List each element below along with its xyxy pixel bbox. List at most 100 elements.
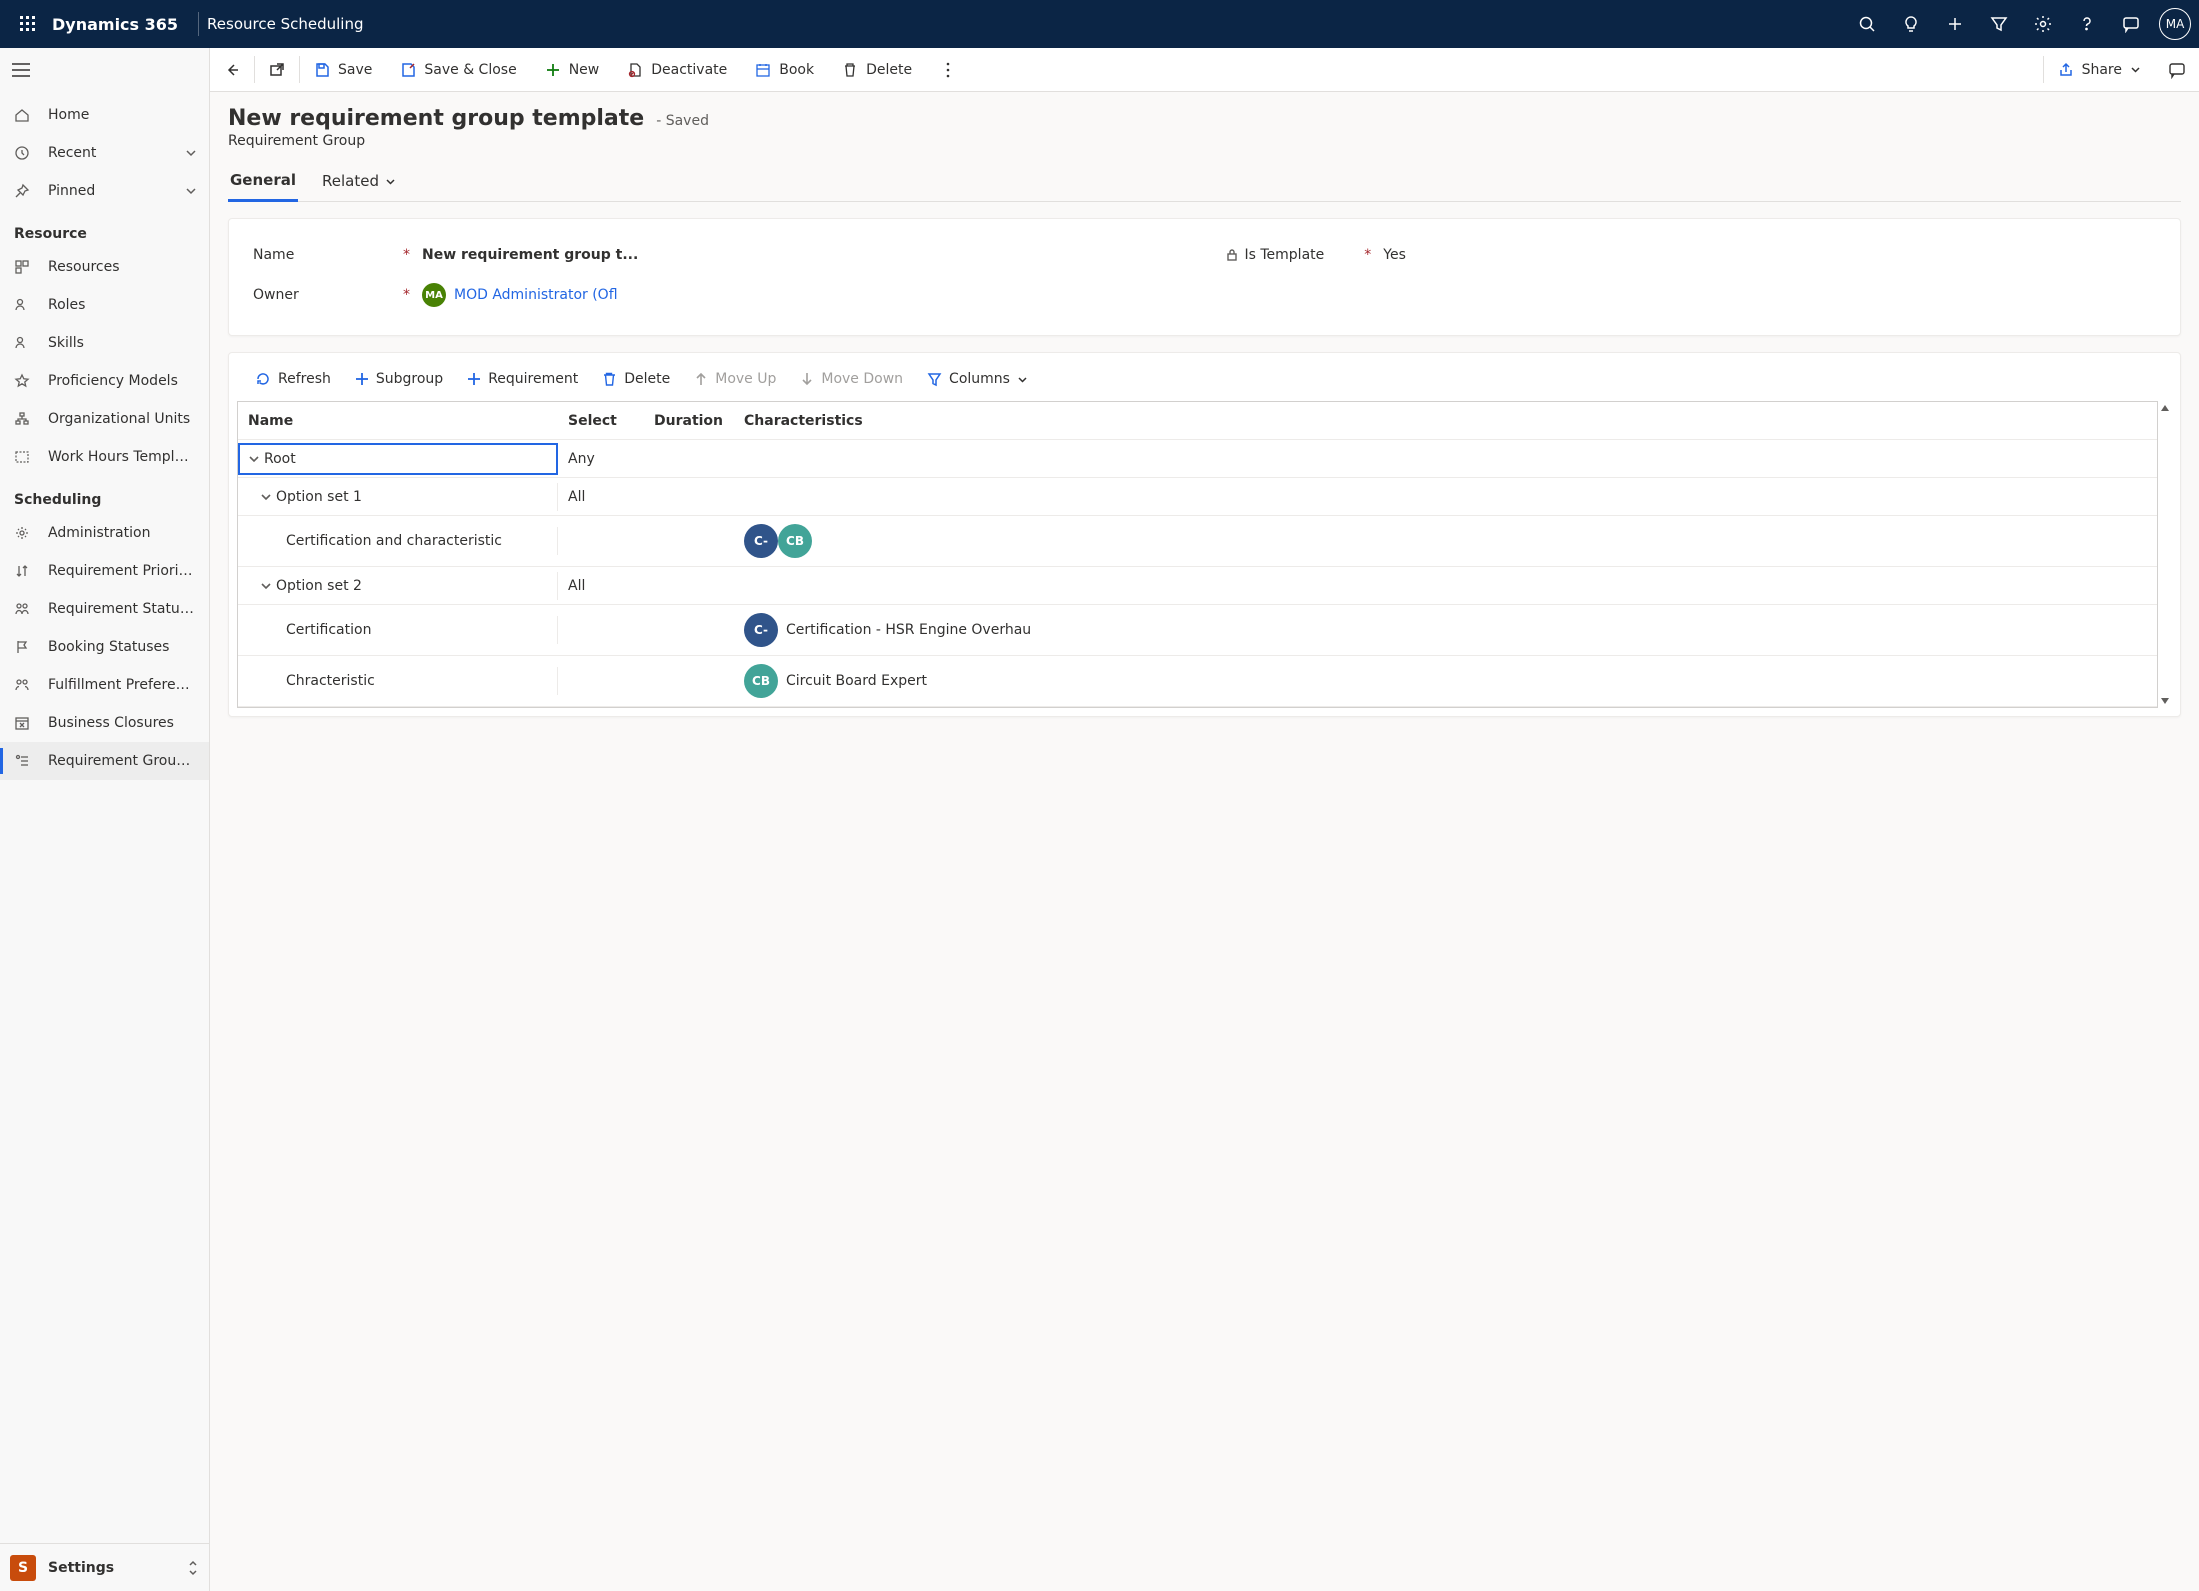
field-value-name[interactable]: New requirement group t... (422, 247, 1185, 263)
site-nav: Home Recent Pinned Resource Resources Ro… (0, 48, 210, 1591)
cell-name[interactable]: Root (238, 443, 558, 475)
cell-select[interactable] (558, 673, 644, 689)
deactivate-button[interactable]: Deactivate (613, 48, 741, 91)
save-button[interactable]: Save (300, 48, 386, 91)
cell-name[interactable]: Certification and characteristic (238, 527, 558, 555)
col-header-select[interactable]: Select (558, 405, 644, 437)
nav-label: Requirement Priorities (48, 563, 197, 579)
characteristic-chip[interactable]: CB (744, 664, 778, 698)
col-header-duration[interactable]: Duration (644, 405, 734, 437)
cell-characteristics[interactable]: C-Certification - HSR Engine Overhau (734, 605, 2157, 655)
nav-recent[interactable]: Recent (0, 134, 209, 172)
cell-characteristics[interactable] (734, 451, 2157, 467)
grid-row[interactable]: Certification C-Certification - HSR Engi… (238, 605, 2157, 656)
assistant-button[interactable] (2109, 0, 2153, 48)
nav-pinned[interactable]: Pinned (0, 172, 209, 210)
cell-characteristics[interactable] (734, 578, 2157, 594)
grid-row[interactable]: Option set 1 All (238, 478, 2157, 516)
cell-characteristics[interactable] (734, 489, 2157, 505)
back-button[interactable] (210, 48, 254, 91)
cell-characteristics[interactable]: C-CB (734, 516, 2157, 566)
book-button[interactable]: Book (741, 48, 828, 91)
expand-toggle[interactable] (260, 580, 272, 592)
nav-resources[interactable]: Resources (0, 248, 209, 286)
col-header-name[interactable]: Name (238, 405, 558, 437)
nav-req-statuses[interactable]: Requirement Statuses (0, 590, 209, 628)
grid-row[interactable]: Option set 2 All (238, 567, 2157, 605)
nav-fulfillment[interactable]: Fulfillment Preferences (0, 666, 209, 704)
tab-label: General (230, 171, 296, 189)
nav-work-hours[interactable]: Work Hours Templates (0, 438, 209, 476)
cell-select[interactable]: Any (558, 443, 644, 475)
nav-org-units[interactable]: Organizational Units (0, 400, 209, 438)
col-header-characteristics[interactable]: Characteristics (734, 405, 2157, 437)
cell-duration[interactable] (644, 451, 734, 467)
requirements-grid[interactable]: Name Select Duration Characteristics Roo… (237, 401, 2158, 708)
cell-duration[interactable] (644, 578, 734, 594)
app-name[interactable]: Resource Scheduling (207, 15, 363, 33)
tab-related[interactable]: Related (320, 161, 398, 201)
nav-roles[interactable]: Roles (0, 286, 209, 324)
cell-duration[interactable] (644, 533, 734, 549)
nav-biz-closures[interactable]: Business Closures (0, 704, 209, 742)
cell-duration[interactable] (644, 622, 734, 638)
add-button[interactable] (1933, 0, 1977, 48)
delete-button[interactable]: Delete (828, 48, 926, 91)
entity-name: Requirement Group (228, 133, 2181, 149)
expand-toggle[interactable] (260, 491, 272, 503)
characteristic-chip[interactable]: C- (744, 524, 778, 558)
grid-row[interactable]: Root Any (238, 440, 2157, 478)
settings-button[interactable] (2021, 0, 2065, 48)
area-switcher[interactable]: S Settings (0, 1543, 209, 1591)
cell-characteristics[interactable]: CBCircuit Board Expert (734, 656, 2157, 706)
filter-button[interactable] (1977, 0, 2021, 48)
cell-name[interactable]: Option set 1 (238, 483, 558, 511)
columns-button[interactable]: Columns (917, 365, 1038, 393)
nav-booking-statuses[interactable]: Booking Statuses (0, 628, 209, 666)
cell-select[interactable] (558, 533, 644, 549)
help-button[interactable] (2065, 0, 2109, 48)
nav-proficiency[interactable]: Proficiency Models (0, 362, 209, 400)
nav-home[interactable]: Home (0, 96, 209, 134)
brand-name[interactable]: Dynamics 365 (48, 15, 190, 34)
search-button[interactable] (1845, 0, 1889, 48)
owner-lookup[interactable]: MA MOD Administrator (Ofl (422, 283, 618, 307)
app-launcher-button[interactable] (8, 0, 48, 48)
move-down-button: Move Down (790, 365, 913, 393)
grid-row[interactable]: Certification and characteristic C-CB (238, 516, 2157, 567)
cell-name[interactable]: Option set 2 (238, 572, 558, 600)
characteristic-chip[interactable]: CB (778, 524, 812, 558)
cell-select[interactable]: All (558, 570, 644, 602)
nav-collapse-button[interactable] (0, 48, 209, 92)
subgroup-button[interactable]: Subgroup (345, 365, 453, 393)
cell-name[interactable]: Certification (238, 616, 558, 644)
characteristic-chip[interactable]: C- (744, 613, 778, 647)
tab-general[interactable]: General (228, 161, 298, 202)
cell-duration[interactable] (644, 489, 734, 505)
open-new-window-button[interactable] (255, 48, 299, 91)
assistant-panel-button[interactable] (2155, 48, 2199, 91)
nav-req-group[interactable]: Requirement Group ... (0, 742, 209, 780)
nav-administration[interactable]: Administration (0, 514, 209, 552)
save-close-button[interactable]: Save & Close (386, 48, 530, 91)
lightbulb-button[interactable] (1889, 0, 1933, 48)
cell-duration[interactable] (644, 673, 734, 689)
expand-toggle[interactable] (248, 453, 260, 465)
arrow-left-icon (224, 62, 240, 78)
user-avatar[interactable]: MA (2159, 8, 2191, 40)
cell-select[interactable] (558, 622, 644, 638)
nav-req-priorities[interactable]: Requirement Priorities (0, 552, 209, 590)
overflow-button[interactable] (926, 48, 970, 91)
new-button[interactable]: New (531, 48, 614, 91)
scrollbar-stub[interactable] (2158, 401, 2172, 708)
nav-skills[interactable]: Skills (0, 324, 209, 362)
popout-icon (269, 62, 285, 78)
refresh-button[interactable]: Refresh (245, 365, 341, 393)
cell-name[interactable]: Chracteristic (238, 667, 558, 695)
required-indicator: * (403, 247, 422, 263)
grid-row[interactable]: Chracteristic CBCircuit Board Expert (238, 656, 2157, 707)
share-button[interactable]: Share (2044, 48, 2155, 91)
grid-delete-button[interactable]: Delete (592, 365, 680, 393)
cell-select[interactable]: All (558, 481, 644, 513)
requirement-button[interactable]: Requirement (457, 365, 588, 393)
